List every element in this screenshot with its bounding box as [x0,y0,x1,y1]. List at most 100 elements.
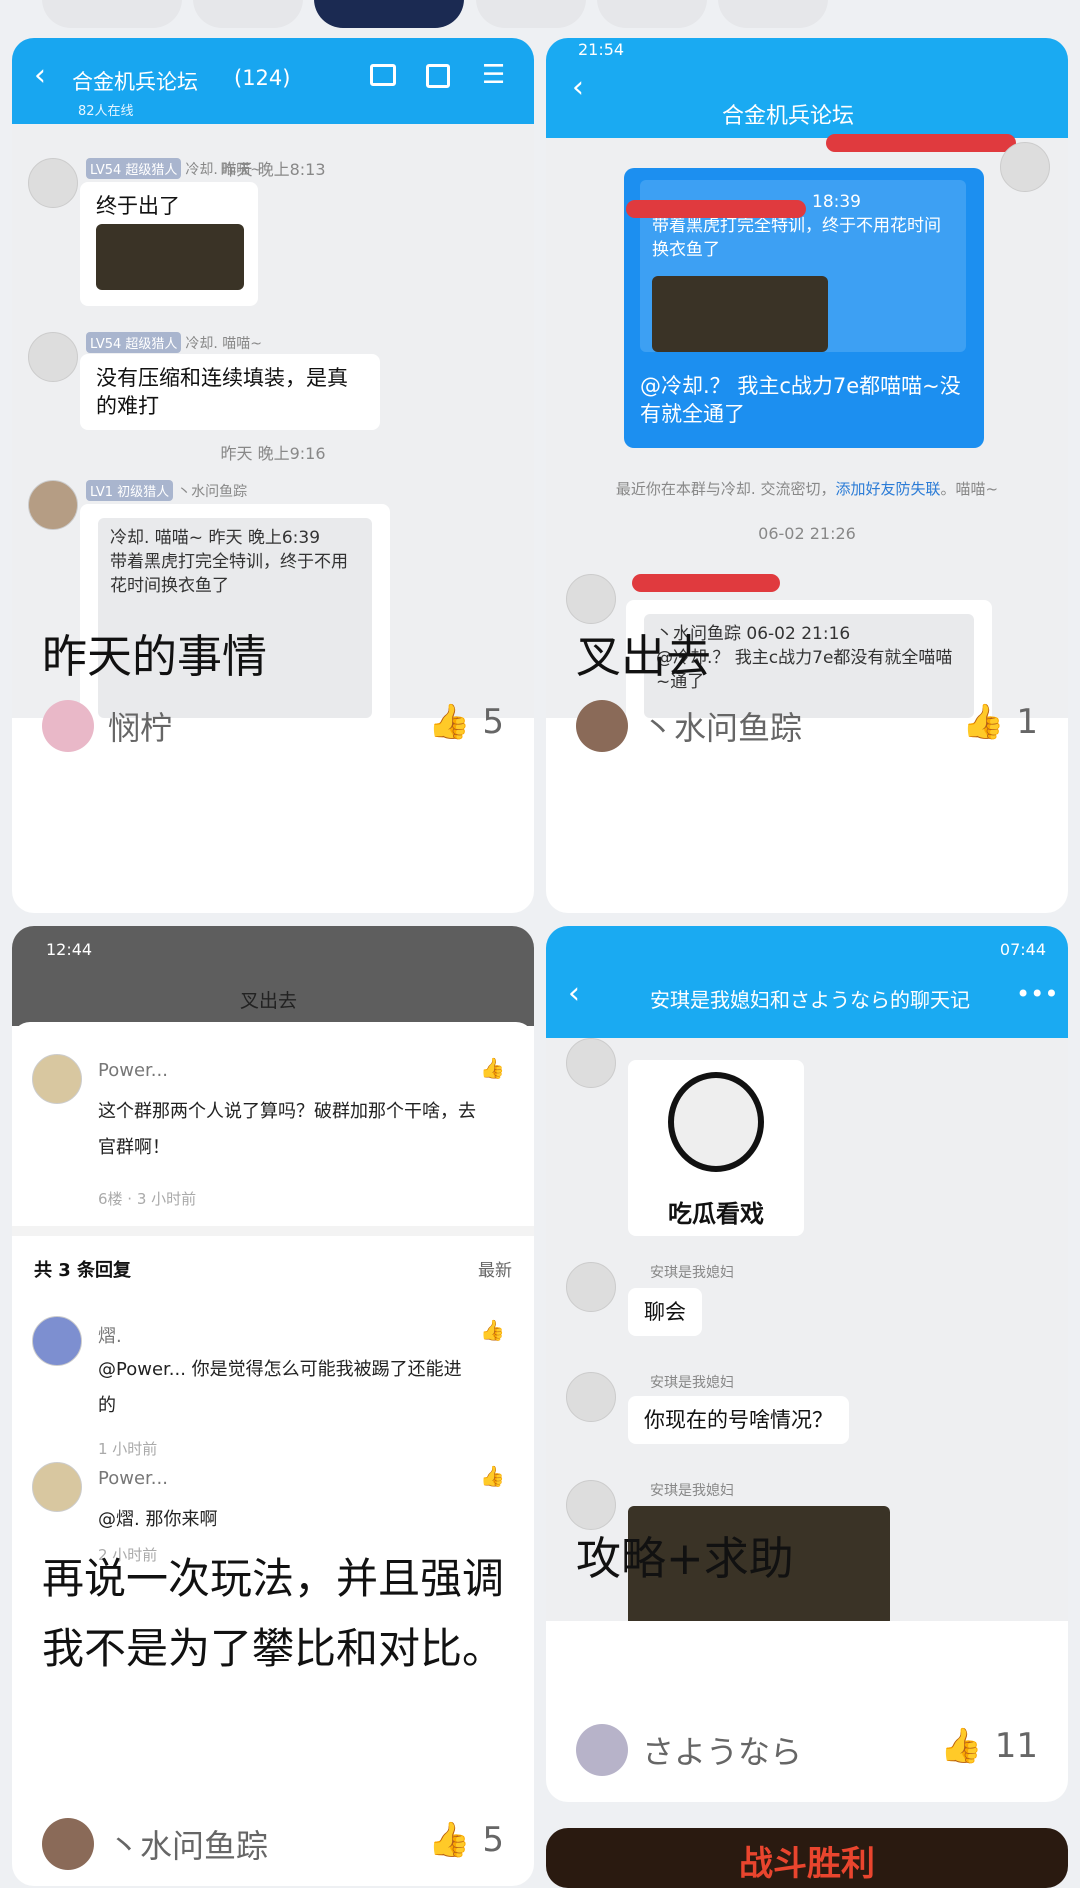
chat-title: 安琪是我媳妇和さようなら的聊天记 [650,988,970,1012]
timestamp: 06-02 21:26 [758,524,856,543]
avatar [1000,142,1050,192]
more-icon[interactable]: ••• [1016,980,1058,1008]
thumbs-up-icon: 👍 [940,1726,983,1766]
panda-face [668,1072,764,1172]
author-name: さようなら [642,1733,803,1771]
filter-pill-2[interactable] [193,0,303,28]
sticker: 吃瓜看戏 [628,1060,804,1236]
filter-pill-5[interactable] [597,0,707,28]
back-icon: ‹ [34,58,46,93]
avatar [566,1480,616,1530]
author[interactable]: さようなら [576,1724,802,1776]
add-friend-link[interactable]: 添加好友防失联 [835,480,940,498]
quote-body: 带着黑虎打完全特训，终于不用花时间换衣鱼了 [110,552,348,596]
menu-icon: ☰ [482,60,506,90]
like-button[interactable]: 👍 1 [962,702,1038,742]
post-screenshot: 12:44 叉出去 Power... 👍 这个群那两个人说了算吗？破群加那个干啥… [12,926,534,1626]
post-card[interactable]: 21:54 ‹ 合金机兵论坛 18:39 带着黑虎打完全特训，终于不用花时间换衣… [546,38,1068,913]
redaction-mark [632,574,780,592]
avatar [566,1372,616,1422]
like-button[interactable]: 👍 5 [428,702,504,742]
message-text: 终于出了 [96,194,180,218]
chat-bubble: 没有压缩和连续填装，是真的难打 [80,354,380,430]
commenter-name: Power... [98,1468,168,1489]
filter-pill-4[interactable] [476,0,586,28]
author-name: 悯柠 [108,709,173,747]
avatar [28,158,78,208]
thumbs-up-icon: 👍 [962,702,1005,742]
comment-meta: 6楼 · 3 小时前 [98,1190,197,1208]
thumbs-up-icon[interactable]: 👍 [480,1056,505,1080]
filter-pill-1[interactable] [42,0,182,28]
author-avatar [42,700,94,752]
group-title: 合金机兵论坛 [72,70,198,94]
chat-header: 12:44 叉出去 [12,926,534,1026]
sender-name: 安琪是我媳妇 [650,1375,734,1391]
system-notice: 最近你在本群与冷却. 交流密切，添加好友防失联。喵喵~ [546,478,1068,499]
comment-meta: 1 小时前 [98,1440,158,1458]
sort-button[interactable]: 最新 [478,1256,512,1281]
like-count: 5 [482,702,504,742]
sender-name: 安琪是我媳妇 [650,1483,734,1499]
sender-name: 冷却. 喵喵~ [185,336,263,352]
post-card[interactable]: 12:44 叉出去 Power... 👍 这个群那两个人说了算吗？破群加那个干啥… [12,926,534,1886]
quote-header: 冷却. 喵喵~ 昨天 晚上6:39 [110,528,321,548]
avatar [32,1054,82,1104]
online-count: 82人在线 [78,104,134,119]
notice-text: 最近你在本群与冷却. 交流密切， [615,480,836,498]
status-time: 12:44 [46,940,93,959]
chat-header: ‹ 合金机兵论坛 (124) 82人在线 ☰ [12,38,534,124]
post-title: 再说一次玩法，并且强调我不是为了攀比和对比。 [42,1554,505,1673]
author-avatar [42,1818,94,1870]
post-screenshot: 07:44 ‹ 安琪是我媳妇和さようなら的聊天记 ••• 吃瓜看戏 安琪是我媳妇… [546,926,1068,1621]
commenter-name: 熠. [98,1326,122,1347]
chat-icon [370,64,396,86]
like-count: 5 [482,1820,504,1860]
post-card[interactable]: ‹ 合金机兵论坛 (124) 82人在线 ☰ 昨天 晚上8:13 LV54 超级… [12,38,534,913]
author[interactable]: 丶水问鱼踪 [42,1818,268,1870]
commenter-name: Power... [98,1060,168,1081]
like-count: 1 [1016,702,1038,742]
post-title: 叉出去 [576,630,712,683]
edit-icon [426,64,450,88]
group-title: 合金机兵论坛 [722,104,855,129]
thumbs-up-icon: 👍 [428,702,471,742]
author[interactable]: 丶水问鱼踪 [576,700,802,752]
filter-pill-3[interactable] [314,0,464,28]
back-icon: ‹ [568,976,580,1011]
thumbs-up-icon[interactable]: 👍 [480,1318,505,1342]
chat-bubble: 终于出了 [80,182,258,306]
comment-text: @熠. 那你来啊 [98,1509,218,1530]
chat-header: 21:54 ‹ 合金机兵论坛 [546,38,1068,138]
chat-bubble: 你现在的号啥情况？ [628,1396,849,1444]
level-badge: LV1 初级猎人 [86,480,174,501]
avatar [28,480,78,530]
status-time: 07:44 [999,940,1046,959]
post-screenshot: 21:54 ‹ 合金机兵论坛 18:39 带着黑虎打完全特训，终于不用花时间换衣… [546,38,1068,718]
author-name: 丶水问鱼踪 [642,709,803,747]
comment-text: 这个群那两个人说了算吗？破群加那个干啥，去官群啊！ [98,1101,476,1158]
thumbs-up-icon[interactable]: 👍 [480,1464,505,1488]
redaction-mark [626,200,806,218]
post-title: 昨天的事情 [42,630,268,683]
sticker-text: 吃瓜看戏 [668,1200,764,1228]
sender-name: 安琪是我媳妇 [650,1265,734,1281]
sender-name: 冷却. 喵喵~ [185,162,263,178]
game-screenshot-thumb [652,276,828,352]
like-button[interactable]: 👍 11 [940,1726,1038,1766]
like-button[interactable]: 👍 5 [428,1820,504,1860]
back-icon: ‹ [572,70,584,105]
avatar [32,1462,82,1512]
member-count: (124) [234,66,291,90]
status-time: 21:54 [578,40,625,59]
author[interactable]: 悯柠 [42,700,172,752]
post-card[interactable]: 战斗胜利 [546,1828,1068,1888]
sender-line: LV1 初级猎人 丶水问鱼踪 [86,480,247,501]
reply-count: 共 3 条回复 [34,1260,132,1281]
game-screenshot-thumb [96,224,244,290]
post-title: 攻略+求助 [576,1532,794,1585]
author-name: 丶水问鱼踪 [108,1827,269,1865]
thread-title: 叉出去 [240,990,298,1012]
post-card[interactable]: 07:44 ‹ 安琪是我媳妇和さようなら的聊天记 ••• 吃瓜看戏 安琪是我媳妇… [546,926,1068,1802]
filter-pill-6[interactable] [718,0,828,28]
